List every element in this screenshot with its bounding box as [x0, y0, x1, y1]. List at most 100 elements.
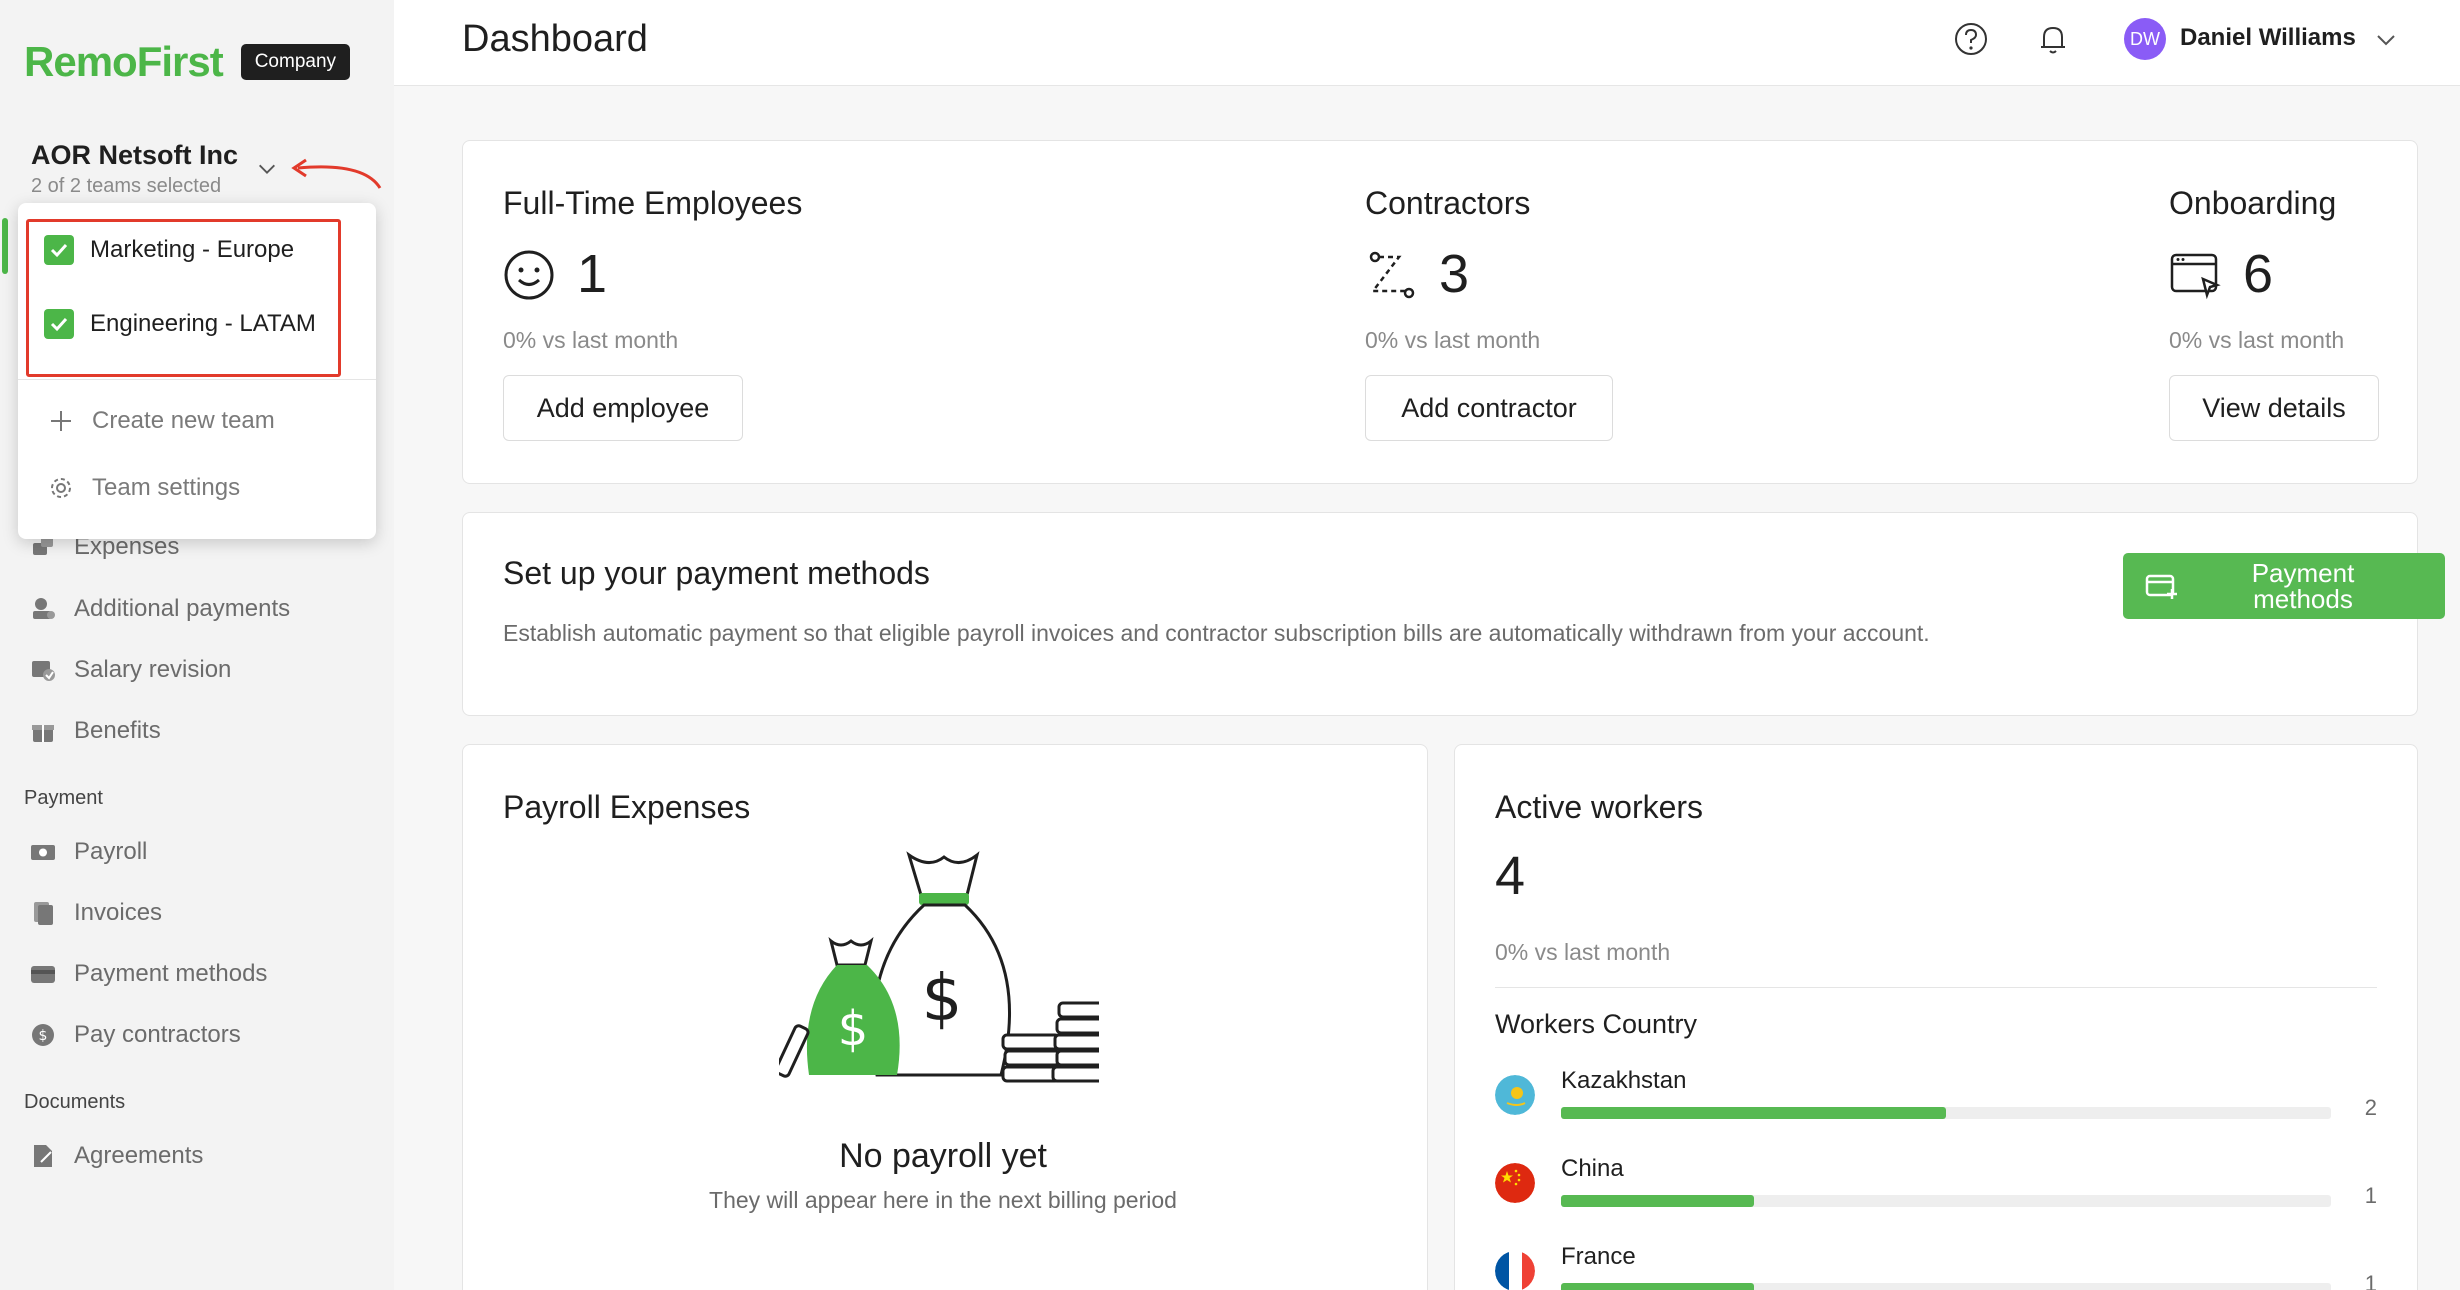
add-employee-button[interactable]: Add employee	[503, 375, 743, 441]
chevron-down-icon[interactable]	[2374, 28, 2398, 52]
dollar-coin-icon: $	[28, 1020, 58, 1050]
country-row-france: France 1	[1495, 1243, 2377, 1290]
svg-text:$: $	[922, 962, 963, 1036]
additional-payments-icon	[28, 594, 58, 624]
sidebar-item-payroll[interactable]: Payroll	[28, 837, 147, 867]
country-bar-track	[1561, 1107, 2331, 1119]
stat-delta-employees: 0% vs last month	[503, 327, 679, 353]
user-name[interactable]: Daniel Williams	[2180, 24, 2356, 52]
country-count: 1	[2364, 1271, 2377, 1290]
company-badge: Company	[240, 44, 351, 80]
country-name: France	[1561, 1243, 1636, 1270]
stat-value-onboarding: 6	[2243, 244, 2274, 304]
stat-delta-onboarding: 0% vs last month	[2169, 327, 2345, 353]
sidebar-item-additional-payments[interactable]: Additional payments	[28, 594, 290, 624]
stat-delta-contractors: 0% vs last month	[1365, 327, 1541, 353]
payroll-expenses-card: Payroll Expenses $ $ No payroll yet They…	[462, 744, 1428, 1290]
add-contractor-button[interactable]: Add contractor	[1365, 375, 1613, 441]
browser-cursor-icon	[2170, 253, 2221, 300]
sidebar-item-label: Additional payments	[74, 595, 291, 622]
payment-methods-button[interactable]: Payment methods	[2123, 553, 2445, 619]
payment-methods-button-label: Payment methods	[2251, 558, 2355, 614]
kazakhstan-flag-icon	[1495, 1075, 1535, 1115]
top-bar: Dashboard DW Daniel Williams	[394, 0, 2460, 86]
stat-title-employees: Full-Time Employees	[503, 185, 803, 221]
empty-state-subtitle: They will appear here in the next billin…	[709, 1187, 1177, 1213]
sidebar-item-salary-revision[interactable]: Salary revision	[28, 655, 231, 685]
payroll-icon	[28, 837, 58, 867]
chevron-down-icon[interactable]	[256, 158, 278, 180]
active-indicator	[2, 218, 8, 274]
route-icon	[1369, 251, 1415, 299]
sidebar-item-label: Payroll	[74, 838, 148, 865]
active-workers-delta: 0% vs last month	[1495, 939, 1671, 965]
page-title: Dashboard	[462, 18, 648, 60]
active-workers-card: Active workers 4 0% vs last month Worker…	[1454, 744, 2418, 1290]
add-card-icon	[2145, 574, 2177, 599]
sidebar-item-label: Invoices	[74, 899, 163, 926]
payment-setup-card: Set up your payment methods Establish au…	[462, 512, 2445, 716]
team-option-label: Marketing - Europe	[90, 236, 295, 263]
country-bar-fill	[1561, 1195, 1754, 1207]
org-name: AOR Netsoft Inc	[31, 140, 239, 170]
smiley-icon	[504, 250, 554, 300]
country-bar-track	[1561, 1283, 2331, 1290]
checkbox-checked-icon[interactable]	[44, 309, 74, 339]
stats-card: Full-Time Employees 1 0% vs last month A…	[462, 140, 2418, 484]
empty-state-title: No payroll yet	[839, 1137, 1047, 1175]
country-bar-track	[1561, 1195, 2331, 1207]
active-workers-title: Active workers	[1495, 789, 1704, 825]
country-row-kazakhstan: Kazakhstan 2	[1495, 1067, 2377, 1147]
payroll-expenses-title: Payroll Expenses	[503, 789, 751, 825]
active-workers-value: 4	[1495, 846, 1526, 906]
team-option-marketing-europe[interactable]: Marketing - Europe	[44, 235, 294, 265]
sidebar-item-label: Salary revision	[74, 656, 232, 683]
stat-value-contractors: 3	[1439, 244, 1470, 304]
team-settings-button[interactable]: Team settings	[46, 473, 240, 503]
stat-value-employees: 1	[577, 244, 608, 304]
payment-setup-title: Set up your payment methods	[503, 555, 930, 591]
org-selector[interactable]: AOR Netsoft Inc 2 of 2 teams selected	[31, 140, 238, 198]
teams-selected-count: 2 of 2 teams selected	[31, 175, 222, 197]
sidebar-item-label: Pay contractors	[74, 1021, 241, 1048]
team-option-engineering-latam[interactable]: Engineering - LATAM	[44, 309, 316, 339]
gear-icon	[46, 473, 76, 503]
sidebar-item-invoices[interactable]: Invoices	[28, 898, 162, 928]
section-title-payment: Payment	[24, 787, 103, 809]
team-option-label: Engineering - LATAM	[90, 310, 316, 337]
payment-setup-description: Establish automatic payment so that elig…	[503, 620, 1930, 646]
sidebar-item-agreements[interactable]: Agreements	[28, 1141, 203, 1171]
country-bar-fill	[1561, 1107, 1946, 1119]
country-name: China	[1561, 1155, 1624, 1182]
help-icon[interactable]	[1952, 20, 1990, 58]
sidebar-item-payment-methods[interactable]: Payment methods	[28, 959, 267, 989]
logo[interactable]: RemoFirst Company	[24, 38, 351, 86]
workers-country-title: Workers Country	[1495, 1009, 1698, 1039]
invoices-icon	[28, 898, 58, 928]
sidebar-item-label: Agreements	[74, 1142, 204, 1169]
bell-icon[interactable]	[2034, 20, 2072, 58]
avatar[interactable]: DW	[2124, 18, 2166, 60]
divider	[1495, 987, 2377, 988]
team-dropdown: Marketing - Europe Engineering - LATAM C…	[18, 203, 376, 539]
money-bags-illustration: $ $	[779, 851, 1099, 1083]
plus-icon	[46, 406, 76, 436]
view-details-button[interactable]: View details	[2169, 375, 2379, 441]
logo-text: RemoFirst	[24, 38, 224, 85]
create-new-team-button[interactable]: Create new team	[46, 406, 275, 436]
sidebar-item-benefits[interactable]: Benefits	[28, 716, 161, 746]
svg-text:$: $	[838, 1001, 869, 1057]
stat-title-contractors: Contractors	[1365, 185, 1531, 221]
sidebar-item-pay-contractors[interactable]: $ Pay contractors	[28, 1020, 241, 1050]
salary-revision-icon	[28, 655, 58, 685]
team-settings-label: Team settings	[92, 474, 241, 501]
country-row-china: China 1	[1495, 1155, 2377, 1235]
china-flag-icon	[1495, 1163, 1535, 1203]
dropdown-divider	[18, 379, 376, 380]
sidebar-item-label: Payment methods	[74, 960, 268, 987]
agreements-icon	[28, 1141, 58, 1171]
checkbox-checked-icon[interactable]	[44, 235, 74, 265]
annotation-arrow-icon	[291, 158, 382, 189]
country-bar-fill	[1561, 1283, 1754, 1290]
sidebar: RemoFirst Company AOR Netsoft Inc 2 of 2…	[0, 0, 394, 1290]
